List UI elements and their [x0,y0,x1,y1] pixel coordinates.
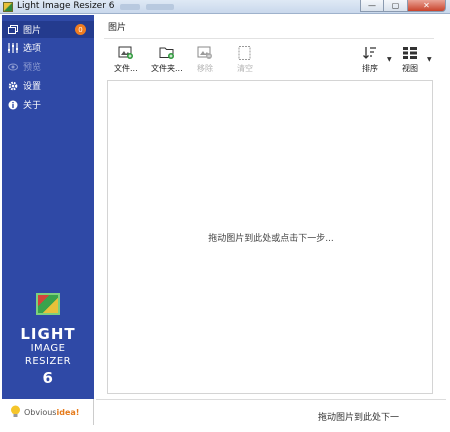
sidebar-item-label: 选项 [23,44,42,54]
sidebar-item-images[interactable]: 图片 0 [2,21,94,38]
logo-line-resizer: RESIZER [24,356,72,367]
sidebar-item-label: 设置 [23,82,42,92]
clear-icon [238,46,251,60]
view-dropdown-arrow[interactable]: ▼ [427,56,432,63]
maximize-button[interactable]: ▢ [384,0,408,12]
product-logo-icon [36,293,60,315]
image-drop-zone[interactable]: 拖动图片到此处或点击下一步... [107,80,433,394]
add-folder-button[interactable]: 文件夹... [151,46,183,76]
info-icon [8,100,18,110]
remove-button[interactable]: 移除 [197,46,213,76]
logo-line-light: LIGHT [20,325,76,343]
logo-line-version: 6 [42,369,54,387]
brand-footer[interactable]: Obviousidea! [2,399,94,425]
sidebar-item-label: 预览 [23,63,42,73]
drop-hint-text: 拖动图片到此处或点击下一步... [208,234,334,244]
brand-suffix: idea! [56,407,80,417]
sidebar-item-label: 图片 [23,26,42,36]
sort-button[interactable]: 排序 [362,46,378,76]
gear-icon [8,81,18,91]
window-controls: — ▢ ✕ [360,0,446,13]
sliders-icon [8,42,18,53]
remove-label: 移除 [197,64,213,73]
clear-label: 清空 [237,64,253,73]
sidebar-item-preview[interactable]: 预览 [2,58,94,75]
add-files-label: 文件... [114,64,138,73]
brand-name: Obviousidea! [24,408,79,417]
add-folder-label: 文件夹... [151,64,183,73]
images-icon [8,24,18,35]
images-count-badge: 0 [75,24,86,35]
app-icon [3,2,13,12]
title-blur [146,4,174,10]
clear-button[interactable]: 清空 [237,46,253,76]
eye-icon [8,62,18,72]
view-label: 视图 [402,64,418,73]
sort-dropdown-arrow[interactable]: ▼ [387,56,392,63]
sidebar-item-label: 关于 [23,101,42,111]
view-grid-icon [403,47,417,59]
window-title: Light Image Resizer 6 [17,1,115,11]
toolbar-divider [104,38,434,39]
footer-hint-text: 拖动图片到此处下一 [318,413,400,423]
add-files-button[interactable]: 文件... [114,46,138,76]
remove-image-icon [197,46,212,59]
title-bar: Light Image Resizer 6 — ▢ ✕ [0,0,450,14]
title-blur [120,4,140,10]
sidebar-item-options[interactable]: 选项 [2,39,94,56]
page-title: 图片 [108,23,127,33]
view-button[interactable]: 视图 [402,46,418,76]
sidebar-item-settings[interactable]: 设置 [2,77,94,94]
sidebar-item-about[interactable]: 关于 [2,96,94,113]
sort-icon [363,47,376,59]
sidebar: 图片 0 选项 预览 设置 关于 LIGHT IMAGE RESIZER 6 [2,15,94,399]
close-button[interactable]: ✕ [408,0,446,12]
add-image-icon [118,46,133,59]
add-folder-icon [159,47,174,59]
sort-label: 排序 [362,64,378,73]
minimize-button[interactable]: — [360,0,384,12]
footer-divider [96,399,446,400]
brand-prefix: Obvious [24,407,57,417]
lightbulb-icon [11,405,20,417]
logo-line-image: IMAGE [30,343,66,354]
